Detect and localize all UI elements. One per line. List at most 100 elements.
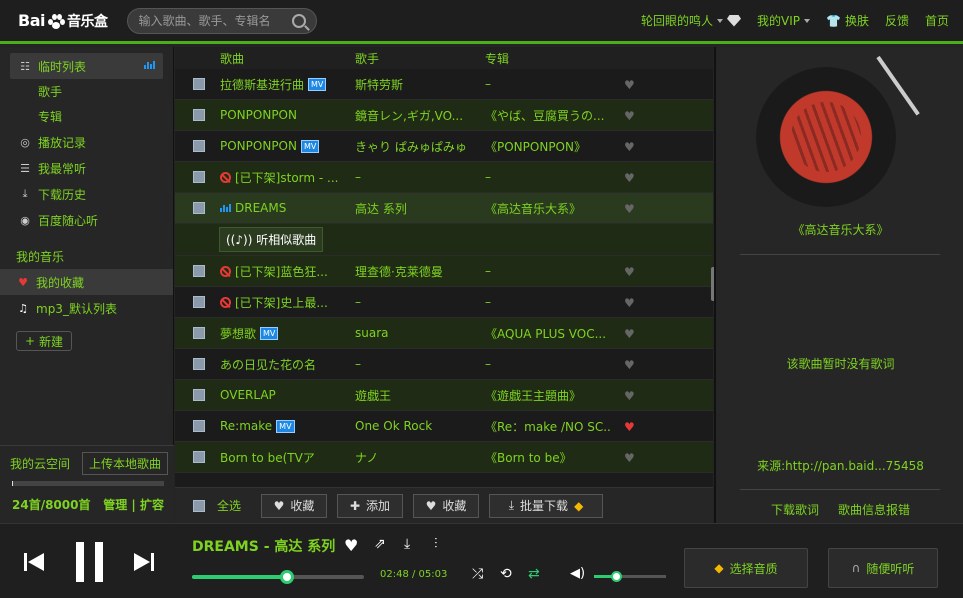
row-checkbox[interactable] <box>193 78 205 90</box>
new-playlist-button[interactable]: + 新建 <box>16 331 72 351</box>
row-checkbox[interactable] <box>193 171 205 183</box>
album-cell[interactable]: – <box>485 295 610 309</box>
song-title-cell[interactable]: PONPONPON <box>220 108 355 122</box>
volume-knob[interactable] <box>610 571 622 582</box>
row-checkbox[interactable] <box>193 296 205 308</box>
artist-cell[interactable]: きゃり ぱみゅぱみゅ <box>355 138 485 155</box>
table-row[interactable]: あの日见た花の名 – – ♥ <box>175 349 713 380</box>
favorite-heart-icon[interactable]: ♥ <box>624 265 638 279</box>
table-row[interactable]: Re:make MV One Ok Rock 《Re：make /NO SC... ♥ <box>175 411 713 442</box>
favorite-heart-icon[interactable]: ♥ <box>624 78 638 92</box>
row-checkbox[interactable] <box>193 420 205 432</box>
song-title-cell[interactable]: PONPONPON MV <box>220 139 355 153</box>
table-row[interactable]: OVERLAP 遊戯王 《遊戯王主題曲》 ♥ <box>175 380 713 411</box>
next-icon[interactable] <box>134 552 156 572</box>
similar-songs-button[interactable]: ((♪)) 听相似歌曲 <box>219 227 324 252</box>
mv-icon[interactable]: MV <box>308 77 327 91</box>
artist-cell[interactable]: 斯特劳斯 <box>355 76 485 93</box>
select-all-checkbox[interactable] <box>193 499 205 512</box>
song-title-cell[interactable]: 拉德斯基进行曲 MV <box>220 76 355 93</box>
album-cell[interactable]: 《Born to be》 <box>485 449 610 466</box>
favorite-heart-icon[interactable]: ♥ <box>624 296 638 310</box>
song-title-cell[interactable]: [已下架]史上最... <box>220 294 355 311</box>
row-checkbox[interactable] <box>193 109 205 121</box>
table-row[interactable]: PONPONPON MV きゃり ぱみゅぱみゅ 《PONPONPON》 ♥ <box>175 131 713 162</box>
favorite-heart-icon[interactable]: ♥ <box>624 171 638 185</box>
collect2-button[interactable]: ♥ 收藏 <box>413 493 480 518</box>
quality-button[interactable]: ◆ 选择音质 <box>684 548 808 588</box>
artist-cell[interactable]: One Ok Rock <box>355 419 485 433</box>
artist-cell[interactable]: 遊戯王 <box>355 387 485 404</box>
table-row[interactable]: [已下架]storm - ... – – ♥ <box>175 162 713 193</box>
sidebar-item-temp-list[interactable]: ☷ 临时列表 <box>10 53 163 79</box>
source-link[interactable]: 来源:http://pan.baid...75458 <box>716 457 963 474</box>
album-cell[interactable]: – <box>485 170 610 184</box>
artist-cell[interactable]: 理查德·克莱德曼 <box>355 263 485 280</box>
favorite-heart-icon[interactable]: ♥ <box>624 451 638 465</box>
expand-link[interactable]: 扩容 <box>140 498 164 512</box>
previous-icon[interactable] <box>24 552 46 572</box>
song-title-cell[interactable]: Born to be(TVア <box>220 449 355 466</box>
album-cell[interactable]: – <box>485 77 610 91</box>
share-icon[interactable]: ⇗ <box>374 536 386 552</box>
search-icon[interactable] <box>292 13 307 28</box>
sidebar-item-history[interactable]: ◎ 播放记录 <box>0 129 173 155</box>
album-cell[interactable]: 《やば、豆腐買うの... <box>485 107 610 124</box>
favorite-heart-icon[interactable]: ♥ <box>624 202 638 216</box>
report-link[interactable]: 歌曲信息报错 <box>838 503 910 517</box>
artist-cell[interactable]: suara <box>355 326 485 340</box>
sidebar-item-favorites[interactable]: ♥ 我的收藏 <box>0 269 173 295</box>
table-row[interactable]: DREAMS 高达 系列 《高达音乐大系》 ♥ <box>175 193 713 224</box>
add-button[interactable]: ✚ 添加 <box>337 493 404 518</box>
album-cell[interactable]: 《AQUA PLUS VOC... <box>485 325 610 342</box>
user-menu[interactable]: 轮回眼的鸣人 <box>641 12 741 29</box>
heart-icon[interactable]: ♥ <box>344 536 358 555</box>
song-title-cell[interactable]: DREAMS <box>220 201 355 215</box>
download-icon[interactable]: ⤓ <box>404 536 410 552</box>
song-title-cell[interactable]: Re:make MV <box>220 419 355 433</box>
row-checkbox[interactable] <box>193 265 205 277</box>
favorite-heart-icon[interactable]: ♥ <box>624 358 638 372</box>
artist-cell[interactable]: – <box>355 295 485 309</box>
upload-button[interactable]: 上传本地歌曲 <box>81 452 168 475</box>
album-cell[interactable]: – <box>485 357 610 371</box>
collect-button[interactable]: ♥ 收藏 <box>261 493 328 518</box>
album-cell[interactable]: 《Re：make /NO SC... <box>485 418 610 435</box>
sidebar-item-downloads[interactable]: ⤓ 下载历史 <box>0 181 173 207</box>
volume-icon[interactable]: ◀) <box>570 566 585 581</box>
equalizer-icon[interactable]: ⫶ <box>434 536 438 552</box>
table-row[interactable]: 拉德斯基进行曲 MV 斯特劳斯 – ♥ <box>175 69 713 100</box>
song-title-cell[interactable]: あの日见た花の名 <box>220 356 355 373</box>
album-cell[interactable]: 《PONPONPON》 <box>485 138 610 155</box>
select-all-label[interactable]: 全选 <box>217 497 241 514</box>
mv-icon[interactable]: MV <box>276 419 295 433</box>
album-cell[interactable]: 《高达音乐大系》 <box>485 200 610 217</box>
logo[interactable]: Bai 音乐盒 <box>18 11 108 31</box>
row-checkbox[interactable] <box>193 202 205 214</box>
album-cell[interactable]: 《遊戯王主題曲》 <box>485 387 610 404</box>
artist-cell[interactable]: 鏡音レン,ギガ,VO... <box>355 107 485 124</box>
favorite-heart-icon[interactable]: ♥ <box>624 109 638 123</box>
manage-link[interactable]: 管理 <box>103 498 127 512</box>
row-checkbox[interactable] <box>193 140 205 152</box>
album-name[interactable]: 《高达音乐大系》 <box>716 221 963 238</box>
artist-cell[interactable]: – <box>355 357 485 371</box>
row-checkbox[interactable] <box>193 327 205 339</box>
home-link[interactable]: 首页 <box>925 12 949 29</box>
mv-icon[interactable]: MV <box>300 139 320 153</box>
download-lyrics-link[interactable]: 下载歌词 <box>771 503 819 517</box>
row-checkbox[interactable] <box>193 358 205 370</box>
progress-slider[interactable] <box>192 570 364 584</box>
row-checkbox[interactable] <box>193 451 205 463</box>
pause-icon[interactable] <box>76 542 104 582</box>
table-row[interactable]: [已下架]蓝色狂... 理查德·克莱德曼 – ♥ <box>175 256 713 287</box>
favorite-heart-icon[interactable]: ♥ <box>624 140 638 154</box>
repeat-icon[interactable]: ⟲ <box>500 566 512 582</box>
favorite-heart-icon[interactable]: ♥ <box>624 420 638 434</box>
artist-cell[interactable]: 高达 系列 <box>355 200 485 217</box>
song-title-cell[interactable]: 夢想歌 MV <box>220 325 355 342</box>
batch-download-button[interactable]: ⤓ 批量下载 ◆ <box>489 493 604 518</box>
sidebar-item-default-list[interactable]: ♫ mp3_默认列表 <box>0 295 173 321</box>
artist-cell[interactable]: ナノ <box>355 449 485 466</box>
album-cell[interactable]: – <box>485 264 610 278</box>
